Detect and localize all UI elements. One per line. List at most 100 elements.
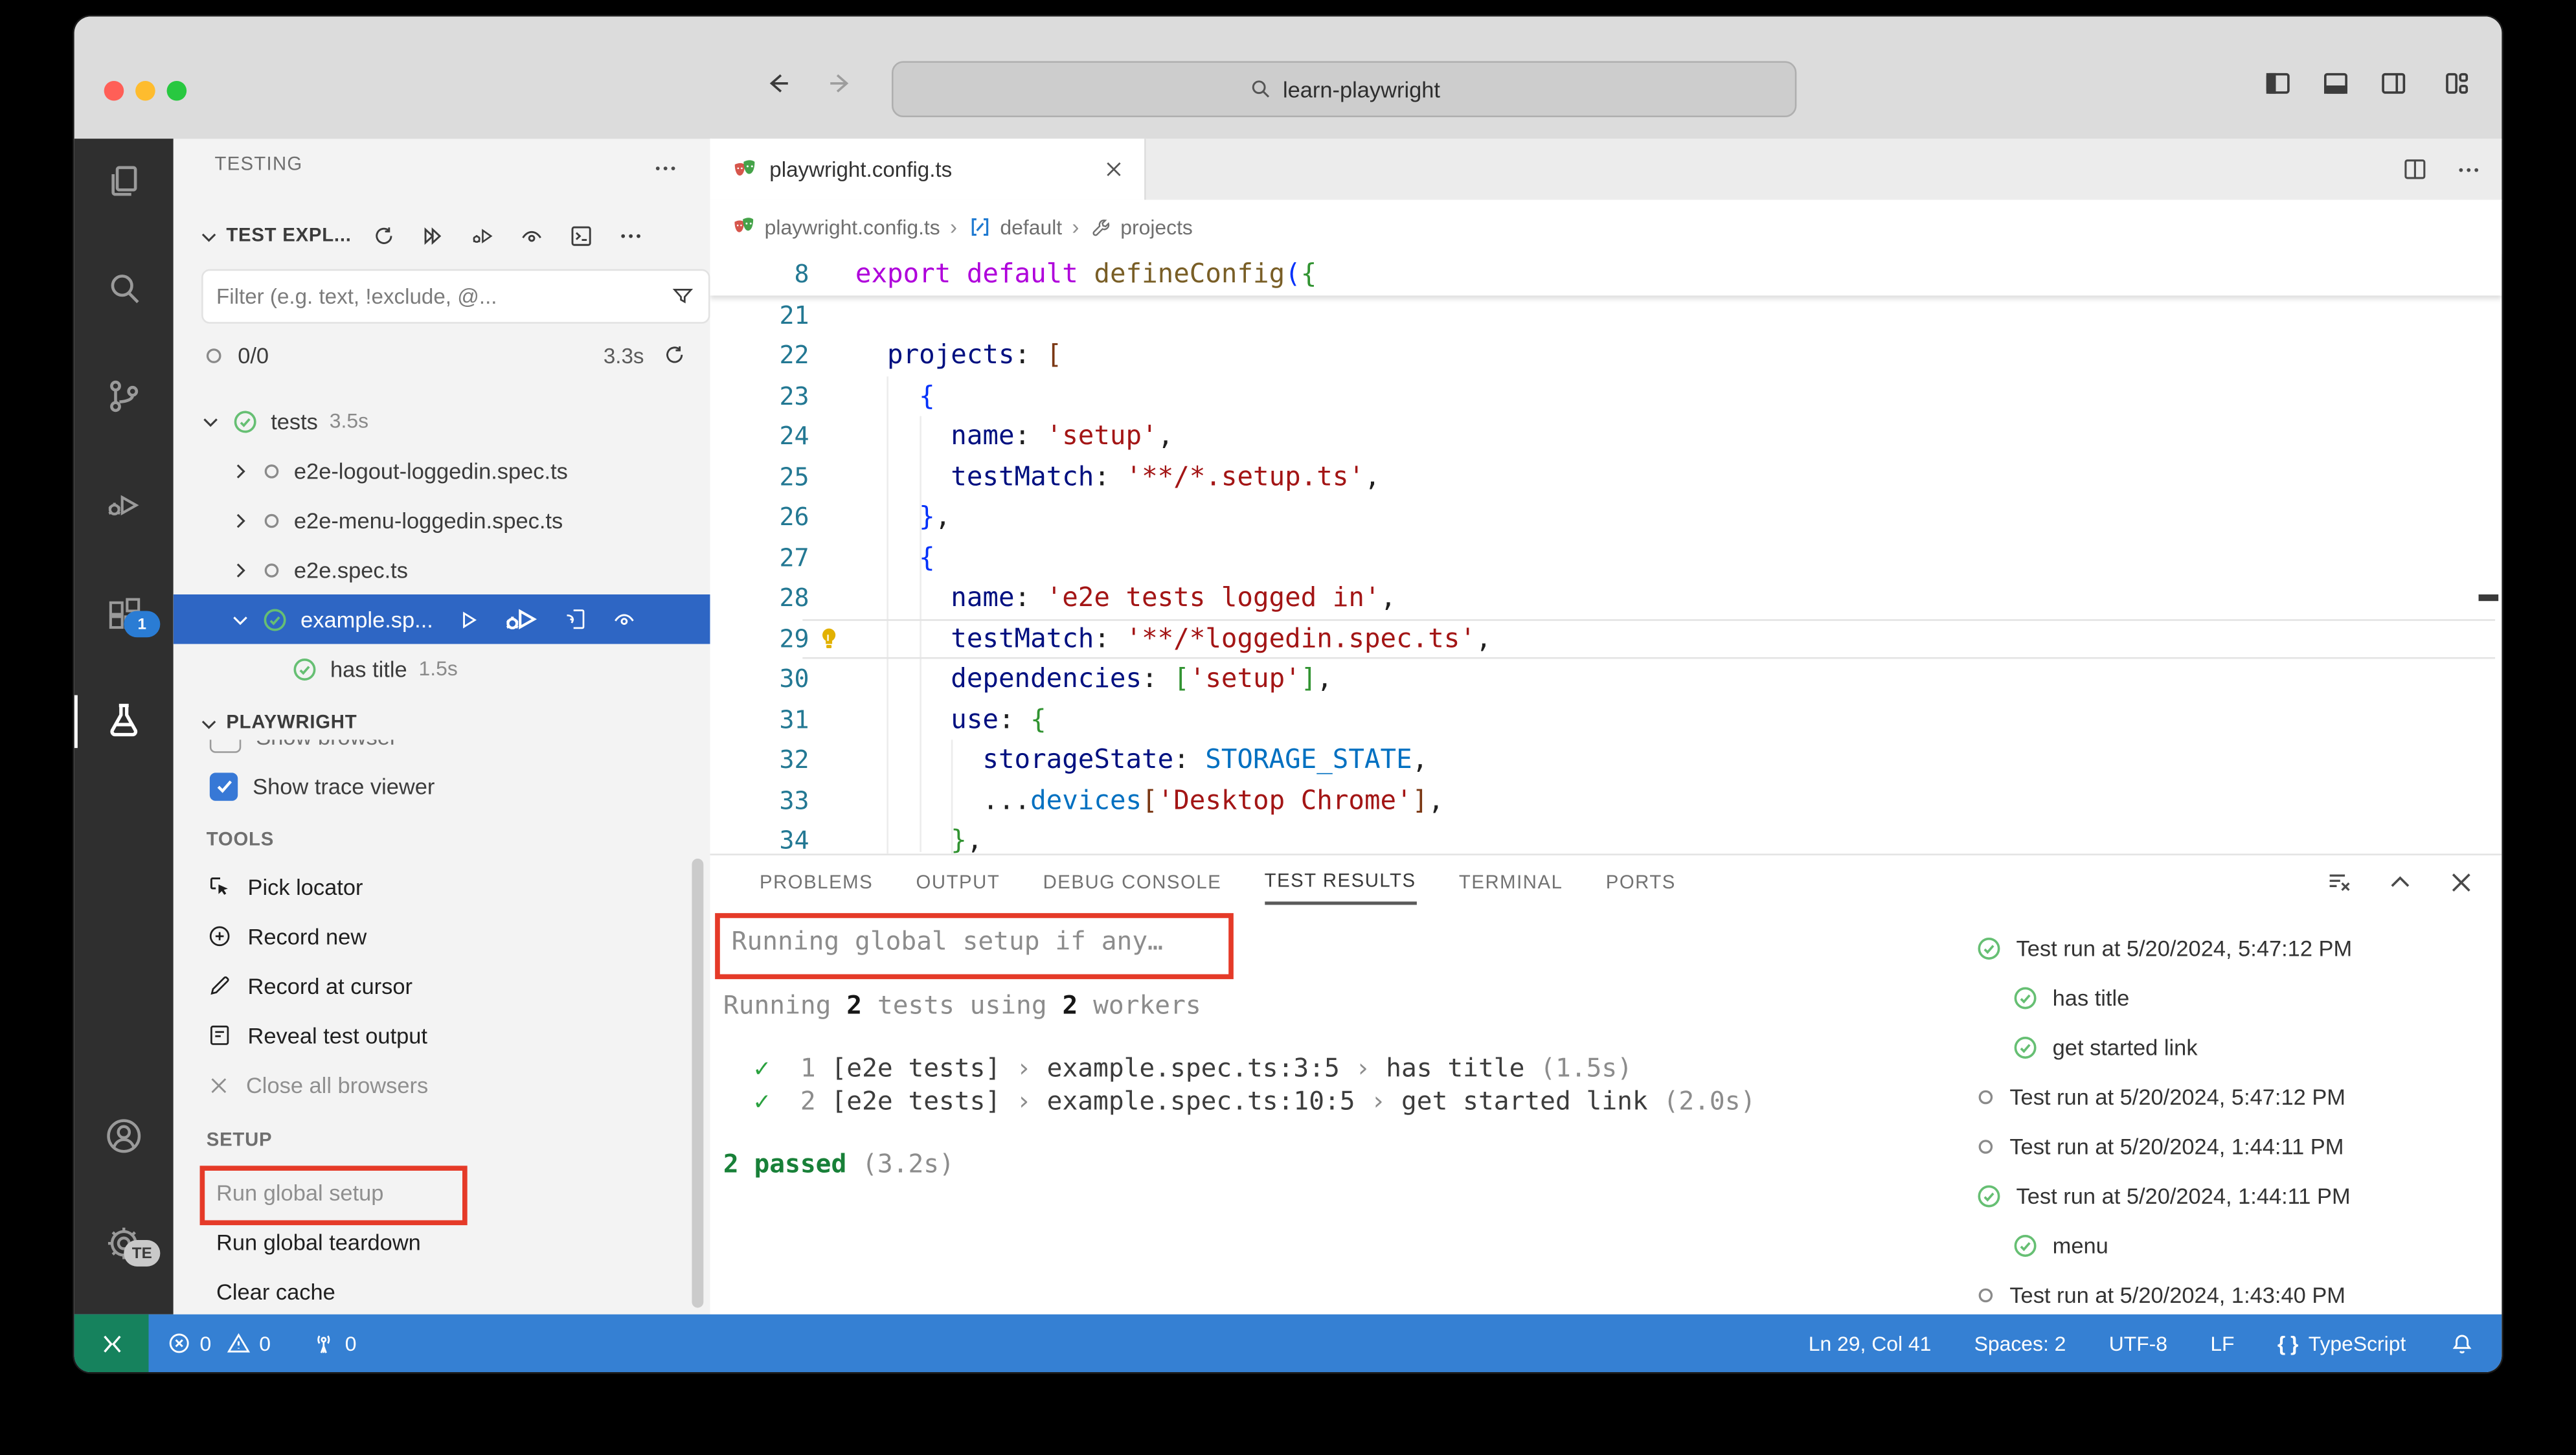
tool-item-reveal-test-output[interactable]: Reveal test output [174, 1011, 710, 1061]
split-editor-icon[interactable] [2401, 155, 2429, 183]
toggle-primary-sidebar-icon[interactable] [2263, 68, 2294, 99]
code-line[interactable]: 26 }, [710, 497, 2502, 537]
code-line[interactable]: 29 testMatch: '**/*loggedin.spec.ts', [710, 618, 2502, 659]
forward-arrow-icon[interactable] [826, 69, 853, 97]
test-run-row[interactable]: Test run at 5/20/2024, 1:43:40 PM [1975, 1270, 2345, 1320]
panel-tab-ports[interactable]: PORTS [1606, 863, 1676, 902]
code-line[interactable]: 34 }, [710, 820, 2502, 853]
tool-item-close-all-browsers[interactable]: Close all browsers [174, 1060, 710, 1110]
minimize-traffic-light[interactable] [135, 80, 155, 101]
indentation[interactable]: Spaces: 2 [1974, 1332, 2066, 1355]
activity-bar-item-source-control[interactable] [74, 363, 174, 429]
debug-icon[interactable] [503, 600, 542, 639]
maximize-traffic-light[interactable] [166, 80, 187, 101]
panel-tab-output[interactable]: OUTPUT [916, 863, 1000, 902]
sidebar-more-icon[interactable] [652, 155, 679, 182]
tool-item-record-new[interactable]: Record new [174, 912, 710, 962]
activity-bar-item-testing[interactable] [74, 688, 174, 754]
editor-scrollbar-mark[interactable] [2478, 594, 2499, 602]
twisty-icon[interactable] [229, 559, 251, 580]
code-line[interactable]: 32 storageState: STORAGE_STATE, [710, 739, 2502, 780]
panel-tab-terminal[interactable]: TERMINAL [1459, 863, 1563, 902]
language-mode[interactable]: { } TypeScript [2277, 1332, 2406, 1355]
problems-status[interactable]: 0 0 [167, 1331, 271, 1355]
test-tree-item[interactable]: tests 3.5s [174, 396, 710, 446]
code-line[interactable]: 22 projects: [ [710, 335, 2502, 376]
show-trace-viewer-row[interactable]: Show trace viewer [174, 761, 710, 811]
code-line[interactable]: 33 ...devices['Desktop Chrome'], [710, 780, 2502, 820]
code-line[interactable]: 24 name: 'setup', [710, 416, 2502, 457]
test-run-row[interactable]: Test run at 5/20/2024, 5:47:12 PM [1975, 1072, 2345, 1122]
terminal-icon[interactable] [568, 223, 594, 249]
test-run-row[interactable]: Test run at 5/20/2024, 1:44:11 PM [1975, 1171, 2351, 1221]
activity-bar-item-settings[interactable]: TE [74, 1210, 174, 1276]
code-line[interactable]: 21 [710, 295, 2502, 335]
toggle-panel-icon[interactable] [2320, 68, 2351, 99]
more-icon[interactable] [617, 223, 644, 249]
cursor-position[interactable]: Ln 29, Col 41 [1809, 1332, 1932, 1355]
clear-output-icon[interactable] [2325, 868, 2353, 896]
sticky-scroll-line[interactable]: 8 export default defineConfig({ [710, 254, 2502, 295]
activity-bar-item-search[interactable] [74, 256, 174, 322]
close-traffic-light[interactable] [104, 80, 124, 101]
watch-icon[interactable] [518, 223, 545, 249]
ports-status[interactable]: 0 [310, 1330, 356, 1357]
toggle-secondary-sidebar-icon[interactable] [2378, 68, 2409, 99]
test-run-row[interactable]: Test run at 5/20/2024, 5:47:12 PM [1975, 923, 2352, 973]
code-line[interactable]: 27 { [710, 537, 2502, 578]
test-tree-item[interactable]: e2e-logout-loggedin.spec.ts [174, 446, 710, 496]
activity-bar-item-extensions[interactable]: 1 [74, 581, 174, 648]
run-all-icon[interactable] [419, 223, 446, 249]
tab-playwright-config[interactable]: playwright.config.ts [710, 139, 1146, 200]
breadcrumb-item[interactable]: projects [1089, 216, 1193, 238]
eol-sequence[interactable]: LF [2210, 1332, 2234, 1355]
twisty-icon[interactable] [200, 411, 221, 432]
refresh-icon[interactable] [371, 223, 396, 249]
command-center-search[interactable]: learn-playwright [892, 61, 1797, 118]
tool-item-record-at-cursor[interactable]: Record at cursor [174, 961, 710, 1011]
tab-close-icon[interactable] [1103, 159, 1124, 180]
debug-all-icon[interactable] [469, 223, 495, 249]
setup-item-clear-cache[interactable]: Clear cache [174, 1267, 710, 1314]
code-line[interactable]: 25 testMatch: '**/*.setup.ts', [710, 457, 2502, 497]
customize-layout-icon[interactable] [2441, 68, 2472, 99]
test-tree-item[interactable]: example.sp... [173, 594, 710, 644]
sidebar-scrollbar[interactable] [692, 859, 704, 1308]
activity-bar-item-explorer[interactable] [74, 149, 174, 215]
refresh-icon[interactable] [662, 343, 687, 367]
encoding[interactable]: UTF-8 [2109, 1332, 2167, 1355]
close-panel-icon[interactable] [2447, 868, 2475, 896]
test-explorer-header[interactable]: TEST EXPL... [174, 211, 710, 261]
editor-more-icon[interactable] [2456, 156, 2482, 183]
test-run-row[interactable]: has title [2011, 973, 2129, 1022]
twisty-icon[interactable] [229, 609, 251, 630]
test-filter-input[interactable]: Filter (e.g. text, !exclude, @... [201, 269, 710, 324]
code-line[interactable]: 23 { [710, 376, 2502, 416]
show-trace-viewer-checkbox[interactable] [209, 772, 238, 800]
panel-tab-debug-console[interactable]: DEBUG CONSOLE [1043, 863, 1222, 902]
code-line[interactable]: 30 dependencies: ['setup'], [710, 659, 2502, 699]
maximize-panel-icon[interactable] [2386, 868, 2414, 896]
test-run-row[interactable]: menu [2011, 1220, 2108, 1270]
breadcrumb-item[interactable]: default [967, 215, 1062, 240]
twisty-icon[interactable] [229, 460, 251, 481]
test-tree-item[interactable]: e2e-menu-loggedin.spec.ts [174, 495, 710, 545]
show-browser-row-clipped[interactable]: Show browser [174, 739, 710, 758]
breadcrumb-item[interactable]: playwright.config.ts [732, 215, 940, 240]
tool-item-pick-locator[interactable]: Pick locator [174, 862, 710, 912]
watch-icon[interactable] [611, 600, 638, 639]
remote-indicator[interactable] [74, 1314, 149, 1373]
activity-bar-item-run-and-debug[interactable] [74, 472, 174, 538]
panel-tab-test-results[interactable]: TEST RESULTS [1264, 861, 1416, 905]
show-browser-checkbox[interactable] [209, 739, 242, 752]
test-tree-item[interactable]: has title 1.5s [174, 644, 710, 694]
twisty-icon[interactable] [229, 510, 251, 531]
code-editor[interactable]: 8 export default defineConfig({21 22 proje… [710, 254, 2502, 854]
activity-bar-item-accounts[interactable] [74, 1103, 174, 1169]
notifications-bell-icon[interactable] [2449, 1330, 2476, 1357]
back-arrow-icon[interactable] [765, 69, 793, 97]
test-run-row[interactable]: get started link [2011, 1022, 2198, 1072]
run-icon[interactable] [457, 600, 481, 639]
panel-tab-problems[interactable]: PROBLEMS [760, 863, 873, 902]
test-tree-item[interactable]: e2e.spec.ts [174, 545, 710, 595]
